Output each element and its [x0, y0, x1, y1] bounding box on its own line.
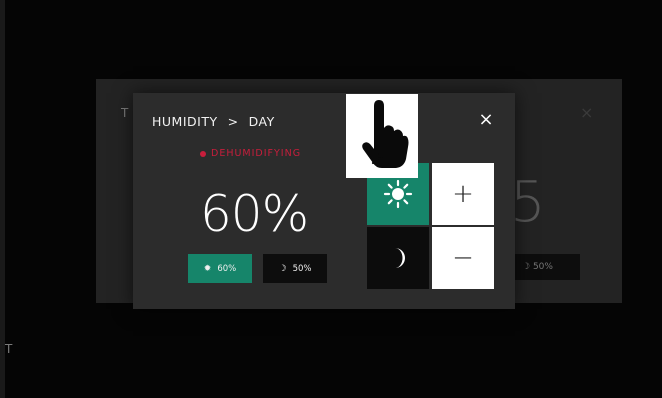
breadcrumb-current: DAY: [248, 114, 275, 129]
close-icon: ×: [478, 109, 494, 130]
sun-icon: [383, 179, 413, 209]
status-dot-icon: [200, 150, 206, 157]
night-setpoint-value: 50%: [292, 263, 312, 274]
mode-text: DEHUMIDIFYING: [211, 148, 302, 159]
left-edge-strip: [0, 0, 5, 398]
moon-icon: ☽: [522, 262, 533, 272]
close-button[interactable]: ×: [476, 110, 496, 130]
background-chip-value: 50%: [532, 262, 553, 272]
night-mode-button[interactable]: [367, 227, 429, 289]
humidity-value: 60%: [200, 185, 309, 243]
background-close-icon: ×: [580, 103, 594, 122]
sun-icon: ✹: [203, 263, 212, 274]
plus-icon: +: [452, 179, 474, 209]
humidity-day-modal: HUMIDITY > DAY × DEHUMIDIFYING 60% ✹ 60%…: [133, 93, 515, 309]
increase-button[interactable]: +: [432, 163, 494, 225]
background-value: 5: [510, 170, 547, 235]
mode-status: DEHUMIDIFYING: [200, 148, 301, 159]
tap-hand-overlay: [346, 94, 418, 178]
day-setpoint-value: 60%: [217, 263, 237, 274]
background-letter-top: T: [121, 106, 129, 120]
minus-icon: −: [452, 243, 474, 273]
background-night-chip: ☽ 50%: [514, 254, 580, 280]
night-setpoint-chip[interactable]: ☽ 50%: [263, 254, 327, 283]
tap-hand-icon: [362, 100, 409, 168]
background-letter-bottom: T: [5, 342, 13, 356]
breadcrumb-separator-icon: >: [227, 114, 239, 129]
breadcrumb: HUMIDITY > DAY: [152, 114, 275, 129]
breadcrumb-parent[interactable]: HUMIDITY: [152, 114, 218, 129]
moon-icon: [395, 248, 405, 268]
moon-icon: ☽: [278, 263, 287, 274]
day-setpoint-chip[interactable]: ✹ 60%: [188, 254, 252, 283]
decrease-button[interactable]: −: [432, 227, 494, 289]
